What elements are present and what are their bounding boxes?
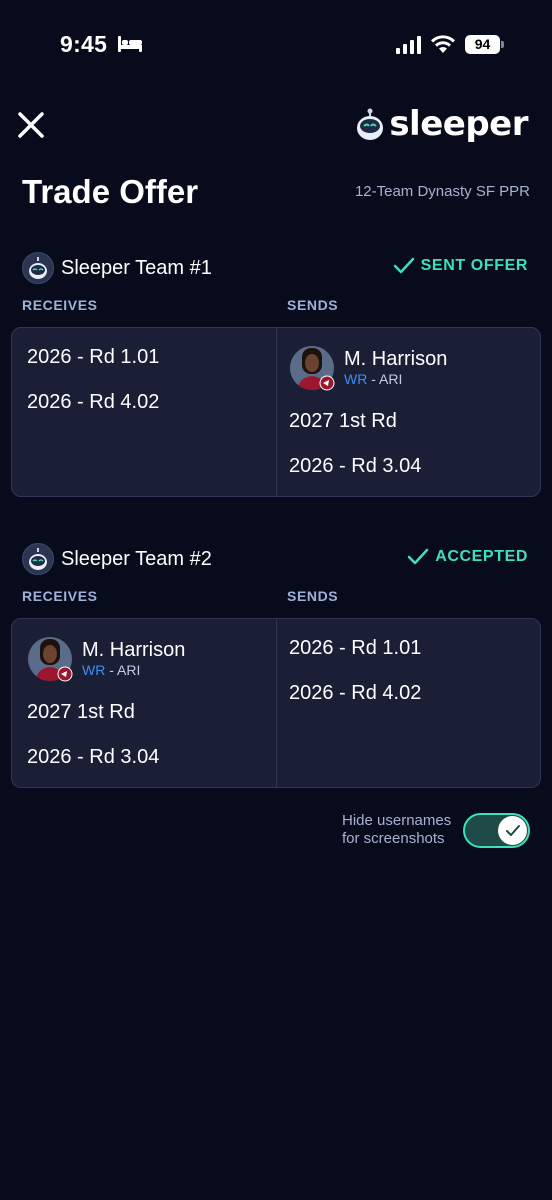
receives-label: RECEIVES <box>22 588 98 604</box>
close-button[interactable] <box>12 106 50 144</box>
player-item[interactable]: M. Harrison WR - ARI <box>289 344 447 392</box>
player-position: WR <box>344 371 368 387</box>
player-team: ARI <box>117 662 141 678</box>
battery-indicator: 94 <box>465 35 505 54</box>
sends-label: SENDS <box>287 588 339 604</box>
toggle-label-line: for screenshots <box>342 830 445 847</box>
team-avatar <box>22 543 54 575</box>
wifi-icon <box>431 35 455 53</box>
toggle-label-line: Hide usernames <box>342 812 452 829</box>
player-avatar <box>28 637 73 682</box>
trade-card: 2026 - Rd 1.01 2026 - Rd 4.02 M. Harriso… <box>11 327 541 497</box>
draft-pick: 2026 - Rd 4.02 <box>289 682 422 704</box>
status-time: 9:45 <box>60 31 108 57</box>
sleeper-mascot-icon <box>29 257 47 279</box>
player-item[interactable]: M. Harrison WR - ARI <box>27 635 185 683</box>
player-meta: WR - ARI <box>82 661 185 679</box>
draft-pick: 2026 - Rd 1.01 <box>289 637 422 659</box>
battery-level: 94 <box>465 35 500 54</box>
draft-pick: 2027 1st Rd <box>289 410 397 432</box>
player-team: ARI <box>379 371 403 387</box>
checkmark-icon <box>393 257 414 274</box>
checkmark-icon <box>407 548 429 565</box>
status-badge: ACCEPTED <box>407 548 528 566</box>
player-info: M. Harrison WR - ARI <box>344 348 447 388</box>
team-avatar <box>22 252 54 284</box>
cellular-signal-icon <box>396 36 421 54</box>
player-separator: - <box>367 371 379 387</box>
card-divider <box>276 328 277 496</box>
draft-pick: 2026 - Rd 4.02 <box>27 391 160 413</box>
team-header: Sleeper Team #2 <box>22 542 212 576</box>
draft-pick: 2026 - Rd 1.01 <box>27 346 160 368</box>
draft-pick: 2026 - Rd 3.04 <box>27 746 160 768</box>
sends-label: SENDS <box>287 297 339 313</box>
player-meta: WR - ARI <box>344 370 447 388</box>
status-text: ACCEPTED <box>435 548 528 565</box>
logo-text: sleeper <box>389 104 528 144</box>
toggle-knob <box>498 816 527 845</box>
card-divider <box>276 619 277 787</box>
player-name: M. Harrison <box>344 348 448 370</box>
player-avatar <box>290 346 335 391</box>
sleeper-logo: sleeper <box>355 104 528 144</box>
team-name: Sleeper Team #2 <box>61 547 212 570</box>
draft-pick: 2026 - Rd 3.04 <box>289 455 422 477</box>
trade-card: M. Harrison WR - ARI 2027 1st Rd 2026 - … <box>11 618 541 788</box>
player-separator: - <box>105 662 117 678</box>
status-badge: SENT OFFER <box>393 257 528 275</box>
sleep-focus-icon <box>118 36 142 52</box>
status-text: SENT OFFER <box>420 257 528 274</box>
player-position: WR <box>82 662 106 678</box>
draft-pick: 2027 1st Rd <box>27 701 135 723</box>
battery-tip <box>501 41 504 48</box>
hide-usernames-toggle[interactable] <box>463 813 530 848</box>
status-bar: 9:45 94 <box>0 0 552 90</box>
team-section-2: Sleeper Team #2 ACCEPTED RECEIVES SENDS <box>0 542 552 792</box>
sleeper-mascot-icon <box>29 548 47 570</box>
team-name: Sleeper Team #1 <box>61 256 212 279</box>
receives-label: RECEIVES <box>22 297 98 313</box>
hide-usernames-label: Hide usernames for screenshots <box>342 812 451 848</box>
player-name: M. Harrison <box>82 639 186 661</box>
team-section-1: Sleeper Team #1 SENT OFFER RECEIVES SEND… <box>0 251 552 501</box>
league-name: 12-Team Dynasty SF PPR <box>354 183 530 200</box>
sleeper-mascot-icon <box>357 108 384 140</box>
player-info: M. Harrison WR - ARI <box>82 639 185 679</box>
team-header: Sleeper Team #1 <box>22 251 212 285</box>
page-title: Trade Offer <box>22 173 199 210</box>
checkmark-icon <box>505 824 520 836</box>
